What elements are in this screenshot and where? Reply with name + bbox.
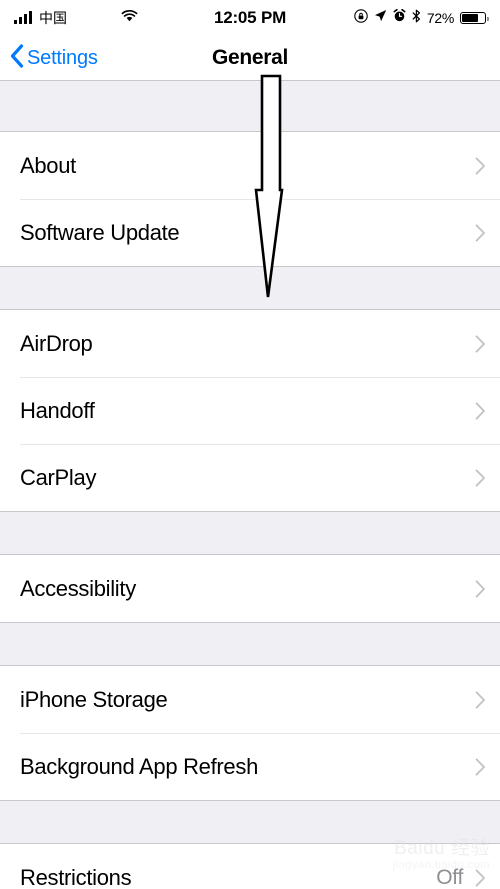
settings-row-label: Background App Refresh (20, 753, 258, 779)
settings-group: AirDrop Handoff CarPlay (0, 310, 500, 511)
settings-row[interactable]: Accessibility (0, 555, 500, 622)
status-bar-left: 中国 (14, 8, 250, 28)
rotation-lock-icon (354, 8, 368, 28)
settings-row[interactable]: AirDrop (0, 310, 500, 377)
section-gap (0, 266, 500, 310)
settings-row-value: Off (436, 865, 463, 889)
settings-row[interactable]: Background App Refresh (0, 733, 500, 800)
back-to-settings-button[interactable]: Settings (0, 43, 98, 73)
settings-row[interactable]: Software Update (0, 199, 500, 266)
section-gap (0, 800, 500, 844)
settings-row-label: Software Update (20, 219, 180, 245)
section-gap (0, 622, 500, 666)
settings-group: Restrictions Off (0, 844, 500, 889)
chevron-right-icon (475, 690, 486, 709)
settings-group: About Software Update (0, 132, 500, 266)
chevron-right-icon (475, 868, 486, 887)
status-bar-right: 72% (250, 8, 489, 28)
settings-list: About Software Update AirDrop Handoff CarPla… (0, 80, 500, 889)
section-gap (0, 511, 500, 555)
signal-bars-icon (14, 11, 32, 24)
location-arrow-icon (374, 9, 387, 27)
settings-row-label: AirDrop (20, 330, 93, 356)
battery-percent-label: 72% (426, 10, 454, 26)
chevron-left-icon (10, 43, 24, 73)
chevron-right-icon (475, 757, 486, 776)
carrier-redaction-blob (70, 8, 114, 28)
navigation-bar: Settings General (0, 36, 500, 80)
settings-row[interactable]: About (0, 132, 500, 199)
settings-group: Accessibility (0, 555, 500, 622)
settings-row-label: Handoff (20, 397, 95, 423)
section-gap (0, 80, 500, 132)
settings-row[interactable]: CarPlay (0, 444, 500, 511)
settings-row-label: iPhone Storage (20, 686, 168, 712)
chevron-right-icon (475, 579, 486, 598)
settings-row[interactable]: Restrictions Off (0, 844, 500, 889)
back-button-label: Settings (27, 46, 98, 69)
settings-row-label: Accessibility (20, 575, 136, 601)
chevron-right-icon (475, 156, 486, 175)
bluetooth-icon (412, 9, 421, 28)
settings-row[interactable]: Handoff (0, 377, 500, 444)
settings-row-label: Restrictions (20, 864, 132, 889)
settings-row-label: CarPlay (20, 464, 97, 490)
chevron-right-icon (475, 334, 486, 353)
settings-group: iPhone Storage Background App Refresh (0, 666, 500, 800)
battery-icon (460, 12, 489, 24)
settings-row[interactable]: iPhone Storage (0, 666, 500, 733)
iphone-settings-screen: 中国 12:05 PM 72% Settings General About S… (0, 0, 500, 889)
carrier-label: 中国 (39, 10, 67, 26)
chevron-right-icon (475, 468, 486, 487)
alarm-clock-icon (393, 8, 406, 27)
chevron-right-icon (475, 401, 486, 420)
wifi-icon (121, 9, 138, 27)
chevron-right-icon (475, 223, 486, 242)
settings-row-label: About (20, 152, 76, 178)
status-bar: 中国 12:05 PM 72% (0, 0, 500, 36)
